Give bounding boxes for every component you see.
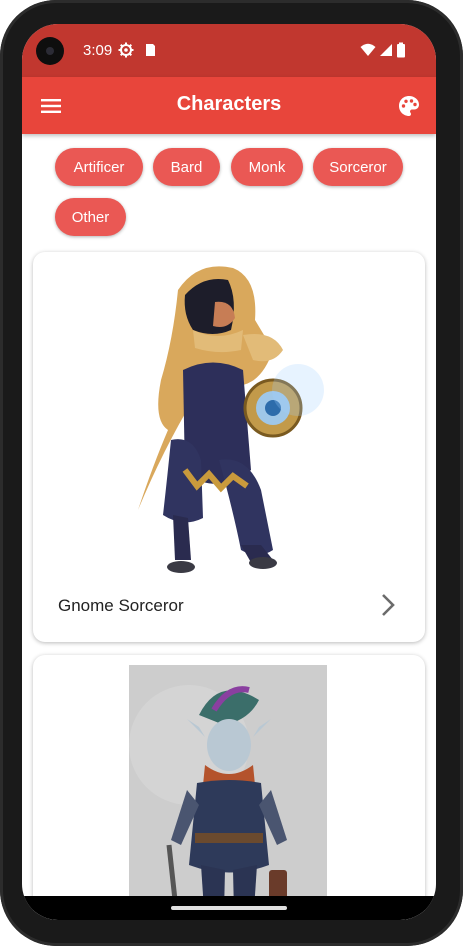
chip-other[interactable]: Other bbox=[55, 198, 126, 236]
wifi-icon bbox=[360, 42, 376, 58]
status-time: 3:09 bbox=[83, 42, 113, 59]
chip-bard[interactable]: Bard bbox=[153, 148, 220, 186]
chip-monk[interactable]: Monk bbox=[231, 148, 303, 186]
phone-frame: 3:09 Characters Artificer Bard Monk Sorc… bbox=[0, 0, 463, 946]
chip-sorceror[interactable]: Sorceror bbox=[313, 148, 403, 186]
chip-artificer[interactable]: Artificer bbox=[55, 148, 143, 186]
page-title: Characters bbox=[176, 93, 282, 115]
screen: 3:09 Characters Artificer Bard Monk Sorc… bbox=[22, 24, 436, 920]
chevron-right-icon[interactable] bbox=[377, 592, 399, 618]
character-portrait-image bbox=[129, 665, 327, 920]
card-title: Gnome Sorceror bbox=[58, 596, 184, 615]
palette-icon[interactable] bbox=[396, 93, 422, 119]
settings-icon bbox=[118, 42, 134, 58]
character-card[interactable] bbox=[33, 655, 425, 920]
gnome-sorceror-image bbox=[138, 266, 324, 573]
home-indicator[interactable] bbox=[171, 906, 287, 910]
character-card[interactable]: Gnome Sorceror bbox=[33, 252, 425, 642]
sd-card-icon bbox=[142, 42, 158, 58]
status-bar: 3:09 bbox=[22, 24, 436, 77]
battery-icon bbox=[395, 42, 407, 58]
app-bar: Characters bbox=[22, 77, 436, 134]
front-camera bbox=[36, 37, 64, 65]
main-content: Artificer Bard Monk Sorceror Other Gnome… bbox=[22, 134, 436, 920]
signal-icon bbox=[378, 42, 394, 58]
